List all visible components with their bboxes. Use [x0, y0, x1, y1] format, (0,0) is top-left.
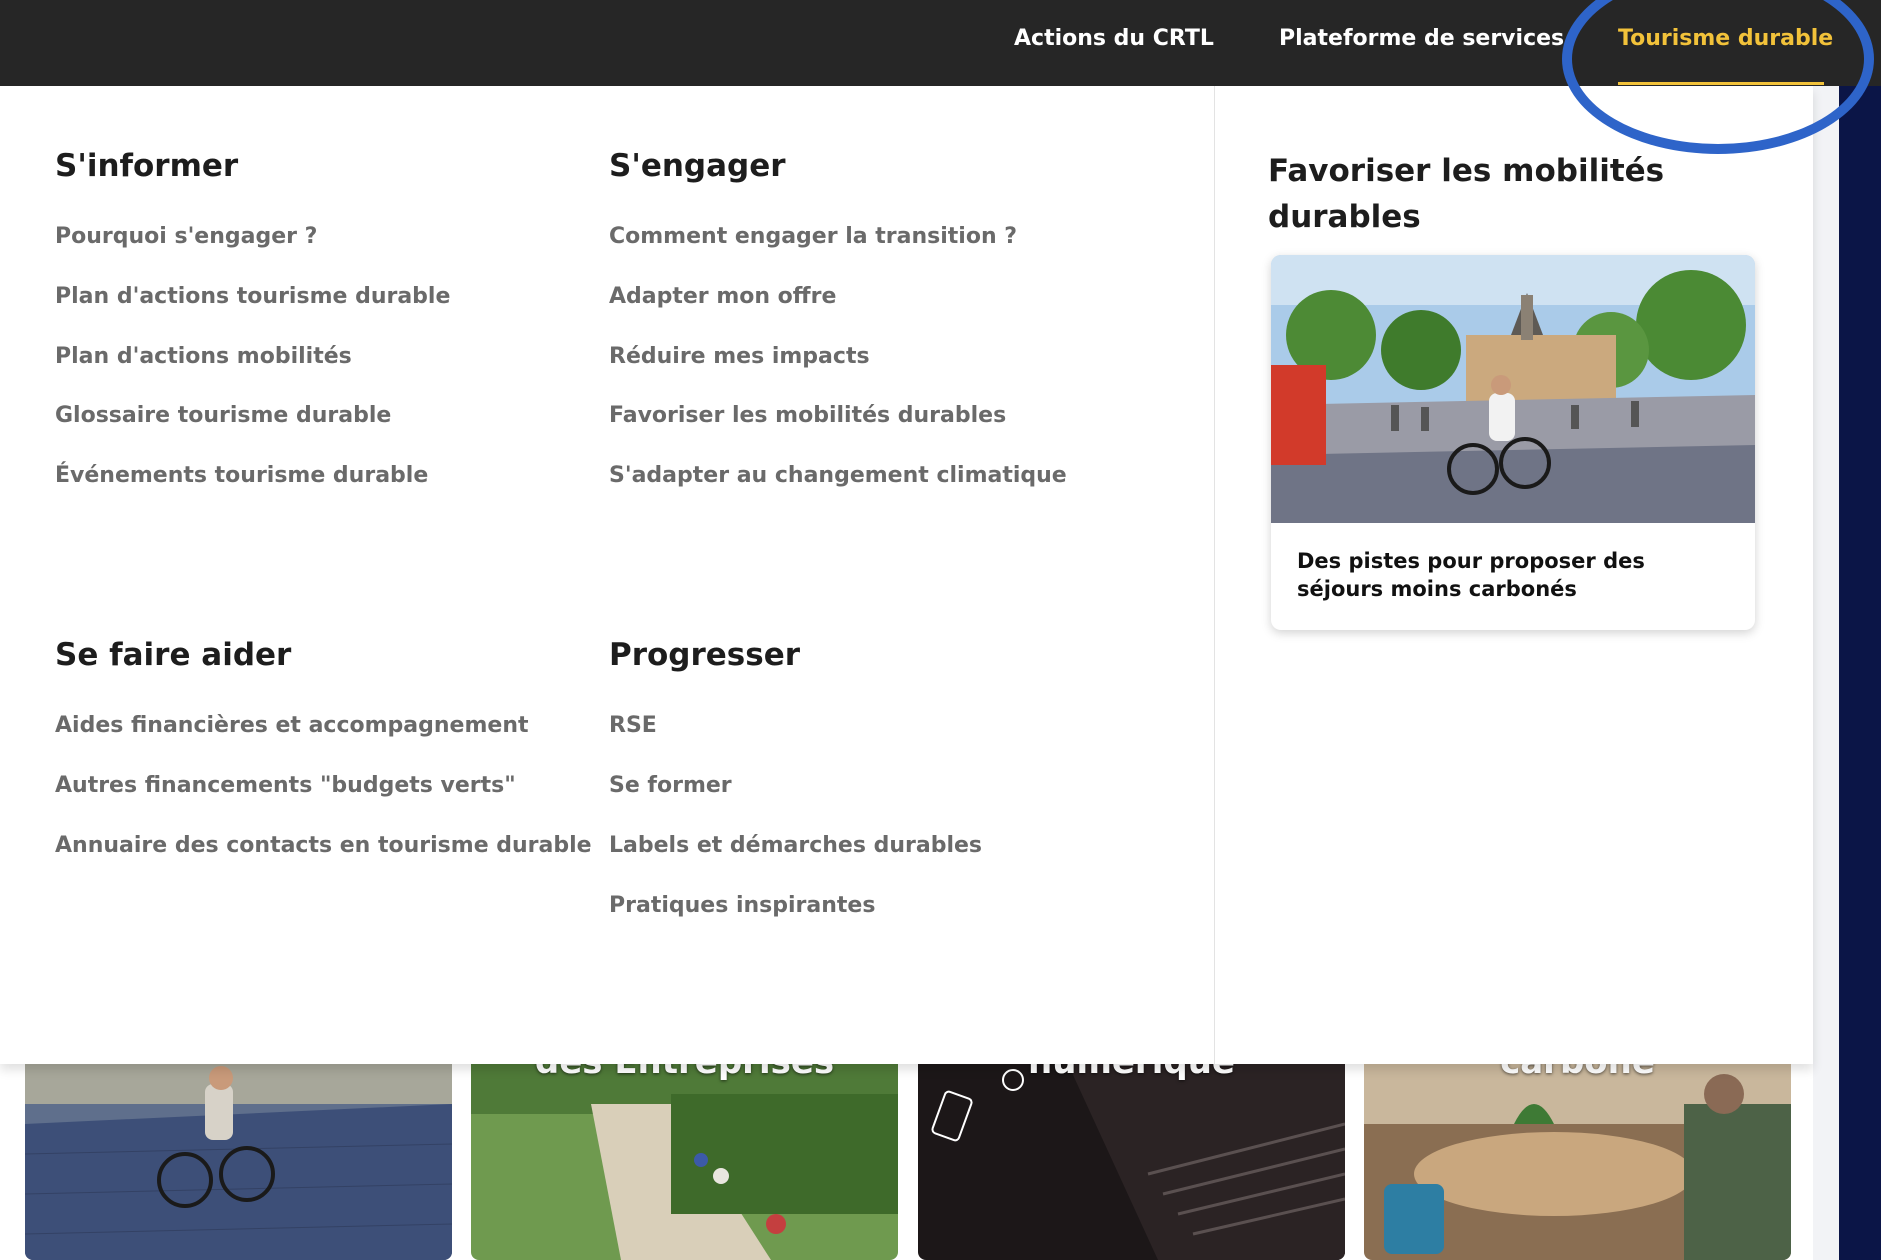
menu-link-favoriser-mobilites[interactable]: Favoriser les mobilités durables [609, 403, 1006, 428]
menu-link-labels-demarches[interactable]: Labels et démarches durables [609, 833, 982, 858]
panel-divider [1214, 86, 1215, 1064]
menu-link-se-former[interactable]: Se former [609, 773, 732, 798]
column-title-sengager: S'engager [609, 148, 786, 184]
feature-card[interactable]: Des pistes pour proposer des séjours moi… [1271, 255, 1755, 630]
page-side-gutter [1813, 86, 1839, 1260]
tile-park-photo [471, 1064, 898, 1260]
tile-cycling[interactable] [25, 1064, 452, 1260]
tile-label: des Entreprises [471, 1064, 898, 1082]
tile-label: carbone [1364, 1064, 1791, 1082]
feature-title: Favoriser les mobilités durables [1268, 153, 1665, 235]
menu-link-adapter-offre[interactable]: Adapter mon offre [609, 284, 836, 309]
tile-low-carbon-photo [1364, 1064, 1791, 1260]
menu-link-changement-climatique[interactable]: S'adapter au changement climatique [609, 463, 1067, 488]
menu-link-rse[interactable]: RSE [609, 713, 657, 738]
menu-link-aides-financieres[interactable]: Aides financières et accompagnement [55, 713, 529, 738]
feature-card-photo [1271, 255, 1755, 523]
menu-link-glossaire[interactable]: Glossaire tourisme durable [55, 403, 391, 428]
menu-link-budgets-verts[interactable]: Autres financements "budgets verts" [55, 773, 516, 798]
menu-link-evenements[interactable]: Événements tourisme durable [55, 463, 428, 488]
feature-card-caption: Des pistes pour proposer des séjours moi… [1297, 549, 1645, 601]
tile-cycling-photo [25, 1064, 452, 1260]
menu-link-plan-actions-tourisme[interactable]: Plan d'actions tourisme durable [55, 284, 450, 309]
column-title-progresser: Progresser [609, 637, 801, 673]
menu-link-pratiques-inspirantes[interactable]: Pratiques inspirantes [609, 893, 875, 918]
tile-digital-photo [918, 1064, 1345, 1260]
menu-link-pourquoi-sengager[interactable]: Pourquoi s'engager ? [55, 224, 317, 249]
tile-park[interactable]: des Entreprises [471, 1064, 898, 1260]
column-title-se-faire-aider: Se faire aider [55, 637, 292, 673]
nav-item-actions-crtl[interactable]: Actions du CRTL [1014, 26, 1214, 51]
tile-digital[interactable]: numérique [918, 1064, 1345, 1260]
nav-item-plateforme-services[interactable]: Plateforme de services [1279, 26, 1564, 51]
page-side-band [1839, 0, 1881, 1260]
menu-link-reduire-impacts[interactable]: Réduire mes impacts [609, 344, 870, 369]
menu-link-plan-actions-mobilites[interactable]: Plan d'actions mobilités [55, 344, 352, 369]
tile-low-carbon[interactable]: carbone [1364, 1064, 1791, 1260]
column-title-sinformer: S'informer [55, 148, 239, 184]
tile-label: numérique [918, 1064, 1345, 1082]
menu-link-engager-transition[interactable]: Comment engager la transition ? [609, 224, 1017, 249]
menu-link-annuaire-contacts[interactable]: Annuaire des contacts en tourisme durabl… [55, 833, 592, 858]
